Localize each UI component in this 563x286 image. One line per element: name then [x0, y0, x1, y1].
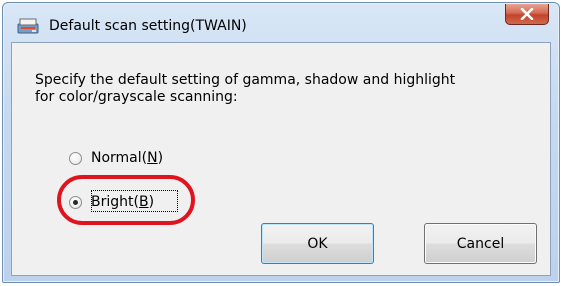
ok-button[interactable]: OK	[261, 223, 374, 264]
scanner-icon	[17, 17, 39, 35]
cancel-button[interactable]: Cancel	[424, 223, 537, 264]
window-title: Default scan setting(TWAIN)	[49, 18, 247, 34]
normal-label[interactable]: Normal(N)	[91, 150, 163, 166]
title-bar[interactable]: Default scan setting(TWAIN)	[3, 3, 559, 43]
prompt-text: Specify the default setting of gamma, sh…	[35, 72, 456, 105]
normal-radio[interactable]	[69, 151, 82, 165]
dialog-body: Specify the default setting of gamma, sh…	[11, 42, 551, 276]
close-button[interactable]	[505, 4, 549, 25]
normal-option[interactable]: Normal(N)	[69, 148, 163, 168]
dialog-window: Default scan setting(TWAIN) Specify the …	[2, 2, 560, 283]
close-icon	[520, 8, 534, 20]
highlight-annotation	[57, 175, 195, 225]
